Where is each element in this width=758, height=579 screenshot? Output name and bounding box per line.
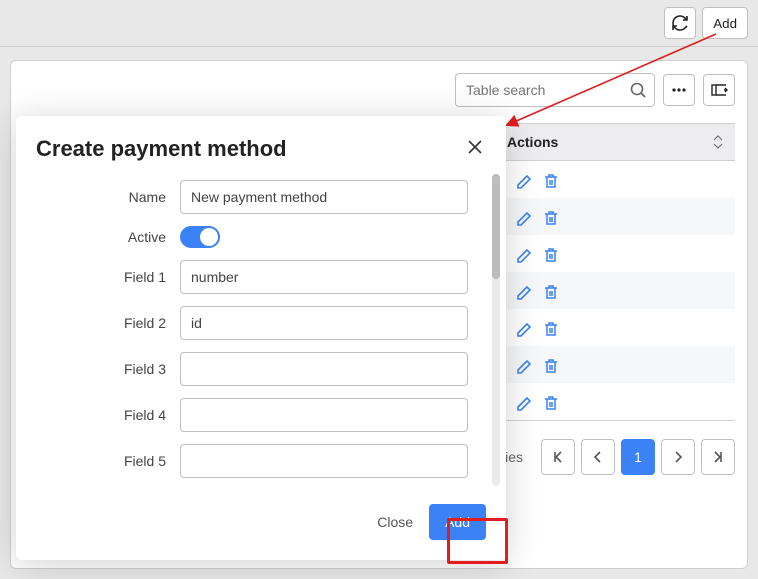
top-bar: Add: [0, 0, 758, 47]
field3-input[interactable]: [180, 352, 468, 386]
columns-icon: [710, 81, 728, 99]
form-row-field3: Field 3: [36, 352, 486, 386]
delete-icon[interactable]: [541, 171, 559, 189]
toggle-knob: [200, 228, 218, 246]
edit-icon[interactable]: [515, 208, 533, 226]
form-row-active: Active: [36, 226, 486, 248]
actions-column-header[interactable]: Actions: [499, 133, 735, 151]
delete-icon[interactable]: [541, 393, 559, 411]
modal-title: Create payment method: [36, 136, 287, 162]
create-payment-method-modal: Create payment method Name Active Field …: [16, 116, 506, 560]
close-button[interactable]: Close: [377, 514, 413, 530]
field1-label: Field 1: [36, 269, 166, 285]
page-1-button[interactable]: 1: [621, 439, 655, 475]
edit-icon[interactable]: [515, 171, 533, 189]
edit-icon[interactable]: [515, 245, 533, 263]
name-input[interactable]: [180, 180, 468, 214]
field2-label: Field 2: [36, 315, 166, 331]
field2-input[interactable]: [180, 306, 468, 340]
delete-icon[interactable]: [541, 356, 559, 374]
prev-page-button[interactable]: [581, 439, 615, 475]
field4-input[interactable]: [180, 398, 468, 432]
modal-footer: Close Add: [16, 490, 506, 560]
search-input[interactable]: [455, 73, 655, 107]
modal-header: Create payment method: [16, 116, 506, 170]
pager: 1: [541, 439, 735, 475]
form-row-name: Name: [36, 180, 486, 214]
form-row-field4: Field 4: [36, 398, 486, 432]
edit-icon[interactable]: [515, 282, 533, 300]
form-row-field2: Field 2: [36, 306, 486, 340]
field5-label: Field 5: [36, 453, 166, 469]
actions-header-label: Actions: [507, 134, 558, 150]
edit-icon[interactable]: [515, 356, 533, 374]
delete-icon[interactable]: [541, 208, 559, 226]
delete-icon[interactable]: [541, 319, 559, 337]
field3-label: Field 3: [36, 361, 166, 377]
search-field[interactable]: [455, 73, 655, 107]
active-toggle[interactable]: [180, 226, 220, 248]
next-page-button[interactable]: [661, 439, 695, 475]
search-icon: [629, 81, 647, 99]
scrollbar-thumb[interactable]: [492, 174, 500, 279]
name-label: Name: [36, 189, 166, 205]
active-label: Active: [36, 229, 166, 245]
last-page-button[interactable]: [701, 439, 735, 475]
delete-icon[interactable]: [541, 282, 559, 300]
refresh-icon: [670, 13, 690, 33]
field1-input[interactable]: [180, 260, 468, 294]
close-icon[interactable]: [464, 136, 486, 158]
edit-icon[interactable]: [515, 393, 533, 411]
modal-body: Name Active Field 1 Field 2 Field 3 Fiel…: [16, 170, 506, 490]
form-row-field1: Field 1: [36, 260, 486, 294]
more-horizontal-icon: [670, 81, 688, 99]
refresh-button[interactable]: [664, 7, 696, 39]
field4-label: Field 4: [36, 407, 166, 423]
delete-icon[interactable]: [541, 245, 559, 263]
table-toolbar: [23, 73, 735, 107]
add-button-top[interactable]: Add: [702, 7, 748, 39]
field5-input[interactable]: [180, 444, 468, 478]
columns-button[interactable]: [703, 74, 735, 106]
edit-icon[interactable]: [515, 319, 533, 337]
more-button[interactable]: [663, 74, 695, 106]
add-button-modal[interactable]: Add: [429, 504, 486, 540]
first-page-button[interactable]: [541, 439, 575, 475]
form-row-field5: Field 5: [36, 444, 486, 478]
modal-scrollbar[interactable]: [492, 174, 500, 486]
sort-icon: [709, 133, 727, 151]
